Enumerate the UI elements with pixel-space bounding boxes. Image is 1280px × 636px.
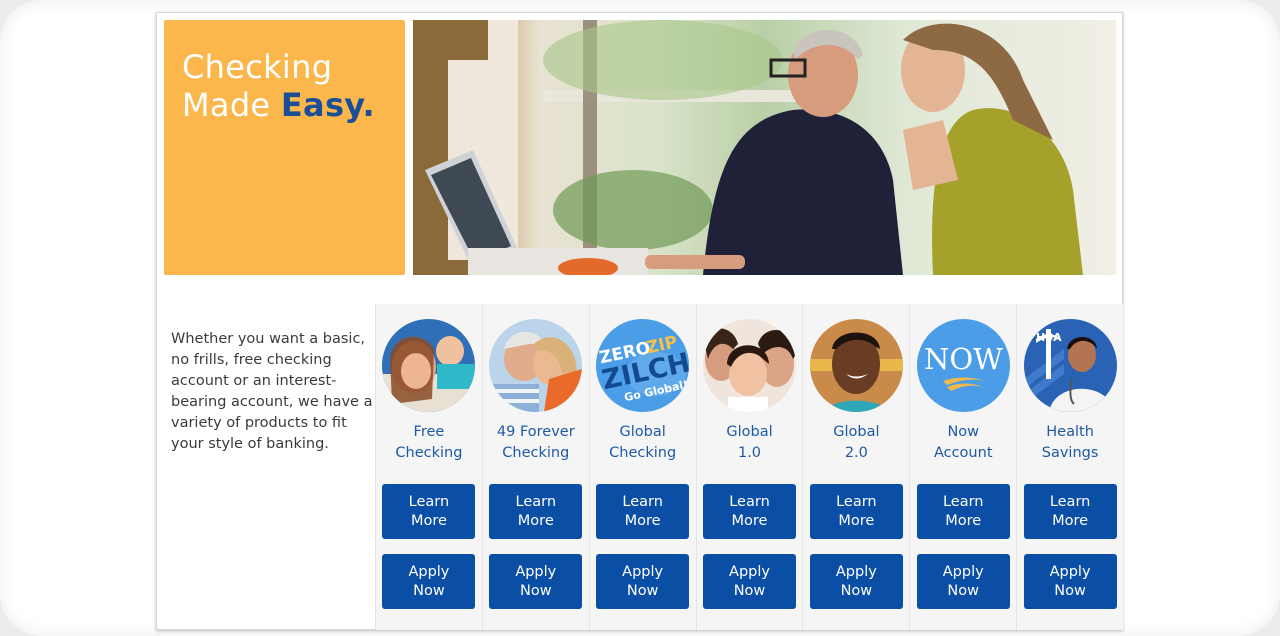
product-name: Free Checking (395, 422, 462, 468)
checking-page: Checking Made Easy. Whether you want a b… (156, 12, 1123, 630)
product-name: Global Checking (609, 422, 676, 468)
learn-more-button[interactable]: Learn More (596, 484, 690, 539)
product-name-line1: Free (413, 424, 445, 440)
learn-more-button[interactable]: Learn More (1023, 484, 1117, 539)
apply-now-button[interactable]: Apply Now (382, 554, 476, 609)
learn-more-button[interactable]: Learn More (809, 484, 903, 539)
apply-now-button[interactable]: Apply Now (489, 554, 583, 609)
product-image-global-checking[interactable]: ZERO ZIP ZILCH Go Global! (596, 319, 690, 412)
smiling-young-man-photo-icon (809, 319, 903, 412)
apply-now-button[interactable]: Apply Now (916, 554, 1010, 609)
hsa-doctor-photo-icon: HSA (1023, 319, 1117, 412)
apply-now-button[interactable]: Apply Now (703, 554, 796, 609)
product-image-49-forever-checking[interactable] (489, 319, 583, 412)
product-health-savings: HSA Health Savings Learn More Apply Now (1016, 304, 1123, 630)
badge-text-hsa: HSA (1036, 331, 1062, 344)
product-name: Global 2.0 (833, 422, 879, 468)
product-name-line1: 49 Forever (496, 424, 575, 440)
product-name-line2: Savings (1041, 445, 1099, 461)
senior-couple-photo-icon (489, 319, 583, 412)
product-name: 49 Forever Checking (497, 422, 575, 468)
mother-and-child-photo-icon (382, 319, 476, 412)
product-name-line2: 2.0 (844, 445, 868, 461)
product-name-line2: Checking (609, 445, 677, 461)
product-name-line1: Global (619, 424, 666, 440)
hero-title-line1: Checking (182, 48, 333, 86)
product-name-line2: Account (933, 445, 993, 461)
now-badge-icon: NOW (916, 319, 1010, 412)
product-name: Global 1.0 (726, 422, 772, 468)
product-image-now-account[interactable]: NOW (916, 319, 1010, 412)
learn-more-button[interactable]: Learn More (489, 484, 583, 539)
hero-title: Checking Made Easy. (182, 48, 375, 124)
product-name-line1: Global (726, 424, 773, 440)
hero-photo (413, 20, 1116, 275)
product-now-account: NOW Now Account Learn More Apply Now (909, 304, 1016, 630)
hero-title-line2: Made Easy. (182, 86, 375, 124)
product-name: Now Account (934, 422, 993, 468)
product-global-2-0: Global 2.0 Learn More Apply Now (802, 304, 909, 630)
learn-more-button[interactable]: Learn More (382, 484, 476, 539)
product-image-health-savings[interactable]: HSA (1023, 319, 1117, 412)
product-name: Health Savings (1042, 422, 1099, 468)
badge-text-now: NOW (924, 342, 1003, 376)
product-49-forever-checking: 49 Forever Checking Learn More Apply Now (481, 304, 589, 630)
product-name-line1: Global (833, 424, 880, 440)
apply-now-button[interactable]: Apply Now (809, 554, 903, 609)
product-name-line2: Checking (395, 445, 463, 461)
product-image-free-checking[interactable] (382, 319, 476, 412)
product-name-line1: Health (1046, 424, 1094, 440)
product-global-checking: ZERO ZIP ZILCH Go Global! Global Checkin… (588, 304, 696, 630)
product-name-line1: Now (947, 424, 980, 440)
apply-now-button[interactable]: Apply Now (596, 554, 690, 609)
product-name-line2: Checking (502, 445, 570, 461)
hero-banner: Checking Made Easy. (164, 20, 405, 275)
family-women-photo-icon (703, 319, 796, 412)
product-image-global-2-0[interactable] (809, 319, 903, 412)
hero-title-plain: Made (182, 86, 281, 124)
learn-more-button[interactable]: Learn More (916, 484, 1010, 539)
learn-more-button[interactable]: Learn More (703, 484, 796, 539)
product-global-1-0: Global 1.0 Learn More Apply Now (695, 304, 803, 630)
product-list: Free Checking Learn More Apply Now 49 Fo… (375, 304, 1123, 630)
product-image-global-1-0[interactable] (703, 319, 796, 412)
hero-photo-illustration (413, 20, 1083, 275)
product-name-line2: 1.0 (737, 445, 762, 461)
apply-now-button[interactable]: Apply Now (1023, 554, 1117, 609)
hero-title-accent: Easy. (280, 86, 375, 124)
intro-text: Whether you want a basic, no frills, fre… (171, 331, 373, 452)
product-free-checking: Free Checking Learn More Apply Now (375, 304, 482, 630)
zero-zip-zilch-badge-icon: ZERO ZIP ZILCH Go Global! (596, 319, 690, 412)
